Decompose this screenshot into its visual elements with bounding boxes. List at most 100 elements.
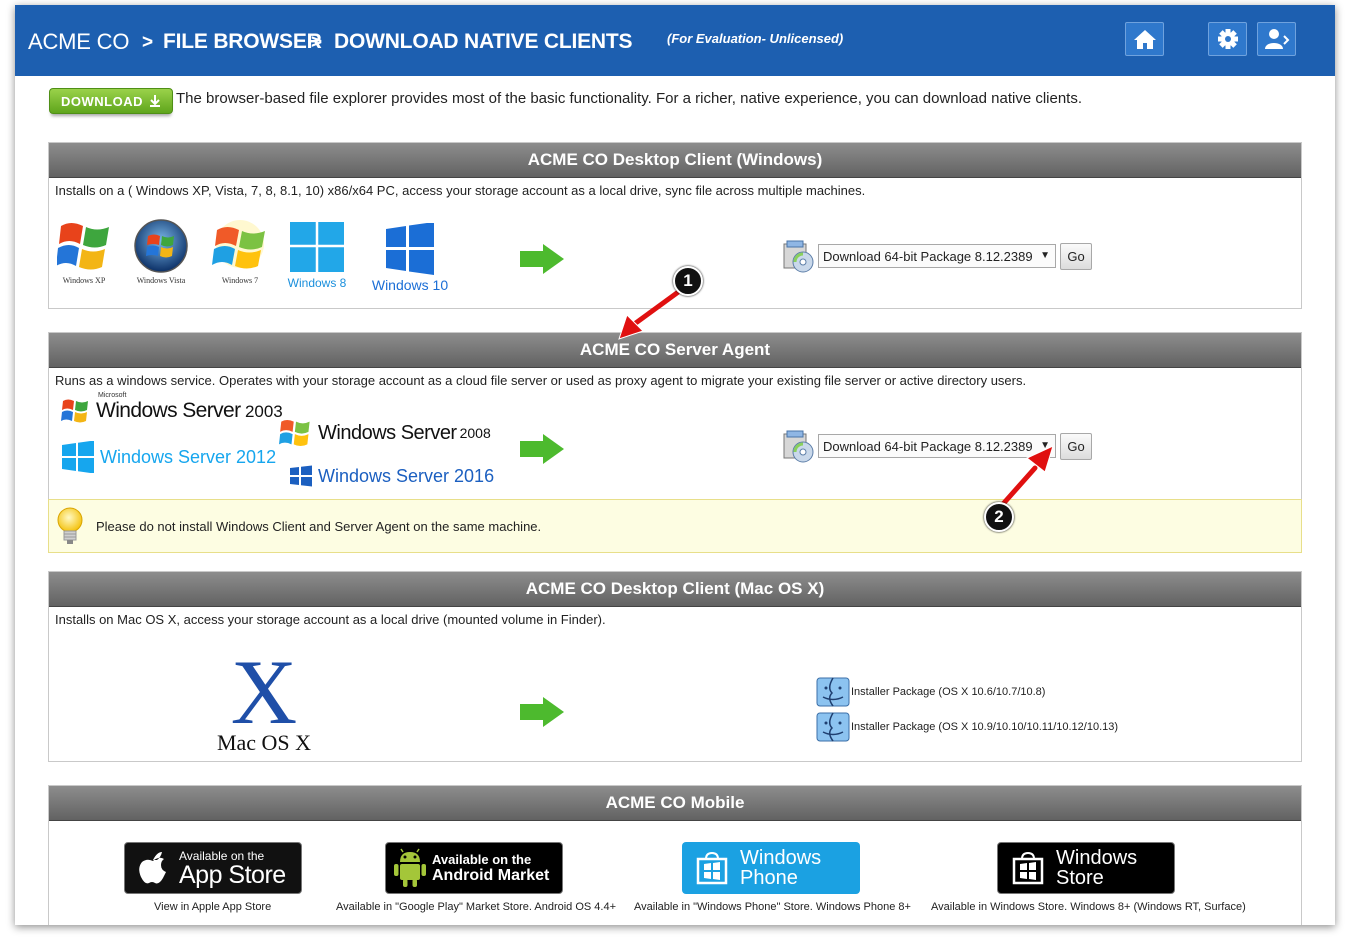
- windows-store-bag-icon: [696, 851, 728, 885]
- apple-icon: [139, 852, 166, 884]
- android-market-badge[interactable]: Available on the Android Market: [385, 842, 563, 894]
- mac-os-x-logo: X Mac OS X: [209, 641, 319, 756]
- user-profile-button[interactable]: [1257, 22, 1296, 56]
- windows-server-2003-version: 2003: [244, 402, 283, 421]
- server-agent-go-button[interactable]: Go: [1060, 432, 1092, 460]
- windows-8-logo: Windows 8: [285, 220, 349, 290]
- windows-client-package-value: Download 64-bit Package 8.12.2389: [823, 248, 1033, 264]
- page-frame: ACME CO > FILE BROWSER > DOWNLOAD NATIVE…: [15, 5, 1335, 925]
- windows-xp-label: Windows XP: [62, 276, 106, 285]
- android-caption: Available in "Google Play" Market Store.…: [336, 901, 617, 913]
- server-agent-description: Runs as a windows service. Operates with…: [55, 373, 1027, 388]
- dropdown-caret-icon: ▼: [1040, 250, 1050, 261]
- breadcrumb-separator: >: [311, 32, 323, 53]
- green-arrow-icon: [520, 244, 564, 274]
- green-arrow-icon: [520, 434, 564, 464]
- windows-7-label: Windows 7: [221, 276, 259, 285]
- windows-server-2008-label: Windows Server: [318, 421, 457, 444]
- windows-store-caption: Available in Windows Store. Windows 8+ (…: [931, 901, 1246, 913]
- evaluation-notice: (For Evaluation- Unlicensed): [667, 31, 844, 46]
- windows-phone-line-2: Phone: [740, 867, 798, 889]
- windows-phone-line-1: Windows: [740, 847, 822, 869]
- windows-server-2003-label: Windows Server: [96, 399, 241, 422]
- windows-server-2003-logo: Microsoft Windows Server 2003: [61, 392, 283, 425]
- user-profile-icon: [1264, 29, 1289, 49]
- server-agent-panel: ACME CO Server Agent Runs as a windows s…: [48, 332, 1302, 499]
- windows-server-2016-label: Windows Server 2016: [318, 465, 495, 486]
- top-header: ACME CO > FILE BROWSER > DOWNLOAD NATIVE…: [15, 5, 1335, 76]
- windows-phone-badge[interactable]: Windows Phone: [682, 842, 860, 894]
- file-browser-breadcrumb[interactable]: FILE BROWSER: [163, 30, 322, 54]
- mac-os-x-label: Mac OS X: [216, 730, 312, 755]
- finder-icon: [816, 712, 850, 742]
- download-button[interactable]: DOWNLOAD: [49, 88, 173, 114]
- windows-vista-logo: Windows Vista: [132, 218, 190, 285]
- page-title: DOWNLOAD NATIVE CLIENTS: [334, 30, 633, 53]
- windows-vista-orb-icon: [134, 219, 188, 273]
- android-big-text: Android Market: [432, 866, 550, 884]
- microsoft-label: Microsoft: [98, 392, 127, 399]
- download-label: DOWNLOAD: [61, 93, 143, 109]
- tip-text: Please do not install Windows Client and…: [96, 519, 542, 534]
- windows-10-tiles-icon: [386, 222, 434, 275]
- mac-client-title: ACME CO Desktop Client (Mac OS X): [49, 572, 1301, 607]
- windows-server-2012-logo: Windows Server 2012: [61, 441, 276, 473]
- windows-client-description: Installs on a ( Windows XP, Vista, 7, 8,…: [55, 183, 866, 198]
- settings-button[interactable]: [1208, 22, 1247, 56]
- windows-8-label: Windows 8: [287, 276, 347, 290]
- windows-store-bag-icon: [1012, 851, 1044, 885]
- windows-8-tiles-icon: [62, 441, 94, 473]
- installer-package-icon: [783, 240, 814, 273]
- mac-installer-label-2: Installer Package (OS X 10.9/10.10/10.11…: [851, 721, 1119, 733]
- installer-package-icon: [783, 430, 814, 463]
- finder-icon: [816, 677, 850, 707]
- lightbulb-icon: [57, 507, 83, 544]
- annotation-arrow-2: [1000, 445, 1054, 507]
- windows-flag-icon: [279, 419, 310, 447]
- gear-icon: [1217, 29, 1238, 49]
- windows-7-flag-icon: [212, 220, 265, 269]
- windows-xp-logo: Windows XP: [55, 218, 113, 285]
- mac-installer-link-1[interactable]: Installer Package (OS X 10.6/10.7/10.8): [815, 676, 1045, 708]
- annotation-arrow-1: [618, 287, 684, 340]
- home-button[interactable]: [1125, 22, 1164, 56]
- mac-os-x-letter: X: [230, 641, 298, 743]
- windows-7-logo: Windows 7: [208, 218, 272, 285]
- app-store-badge[interactable]: Available on the App Store: [124, 842, 302, 894]
- install-tip: Please do not install Windows Client and…: [48, 499, 1302, 553]
- windows-flag-icon: [61, 399, 88, 423]
- android-robot-icon: [394, 848, 426, 887]
- intro-text: The browser-based file explorer provides…: [176, 90, 1083, 107]
- home-icon: [1133, 30, 1156, 49]
- brand-breadcrumb[interactable]: ACME CO: [28, 29, 129, 55]
- windows-client-title: ACME CO Desktop Client (Windows): [49, 143, 1301, 178]
- windows-10-logo: Windows 10: [369, 222, 451, 293]
- breadcrumb-separator: >: [142, 32, 154, 53]
- windows-vista-label: Windows Vista: [136, 276, 186, 285]
- green-arrow-icon: [520, 697, 564, 727]
- windows-store-line-1: Windows: [1056, 847, 1138, 869]
- windows-server-2012-label: Windows Server 2012: [100, 446, 277, 467]
- download-arrow-icon: [150, 95, 160, 107]
- mobile-title: ACME CO Mobile: [49, 786, 1301, 821]
- windows-server-2016-logo: Windows Server 2016: [289, 465, 494, 487]
- windows-10-label: Windows 10: [371, 277, 449, 293]
- app-store-caption: View in Apple App Store: [154, 901, 272, 913]
- mac-client-panel: ACME CO Desktop Client (Mac OS X) Instal…: [48, 571, 1302, 762]
- annotation-marker-1: 1: [673, 266, 703, 296]
- windows-client-download-group: Download 64-bit Package 8.12.2389 ▼ Go: [781, 239, 1092, 273]
- android-small-text: Available on the: [432, 851, 532, 867]
- windows-client-go-button[interactable]: Go: [1060, 242, 1092, 270]
- windows-store-badge[interactable]: Windows Store: [997, 842, 1175, 894]
- mac-installer-label-1: Installer Package (OS X 10.6/10.7/10.8): [851, 686, 1046, 698]
- mac-installer-link-2[interactable]: Installer Package (OS X 10.9/10.10/10.11…: [815, 711, 1118, 743]
- app-store-big-text: App Store: [179, 861, 286, 889]
- annotation-marker-2: 2: [984, 502, 1014, 532]
- mac-client-description: Installs on Mac OS X, access your storag…: [55, 612, 606, 627]
- windows-flag-icon: [56, 223, 109, 270]
- windows-phone-caption: Available in "Windows Phone" Store. Wind…: [634, 901, 911, 913]
- windows-client-package-select[interactable]: Download 64-bit Package 8.12.2389 ▼: [818, 244, 1056, 268]
- windows-server-2008-logo: Windows Server 2008: [279, 417, 491, 449]
- windows-server-2008-version: 2008: [459, 425, 491, 441]
- windows-store-line-2: Store: [1056, 867, 1104, 889]
